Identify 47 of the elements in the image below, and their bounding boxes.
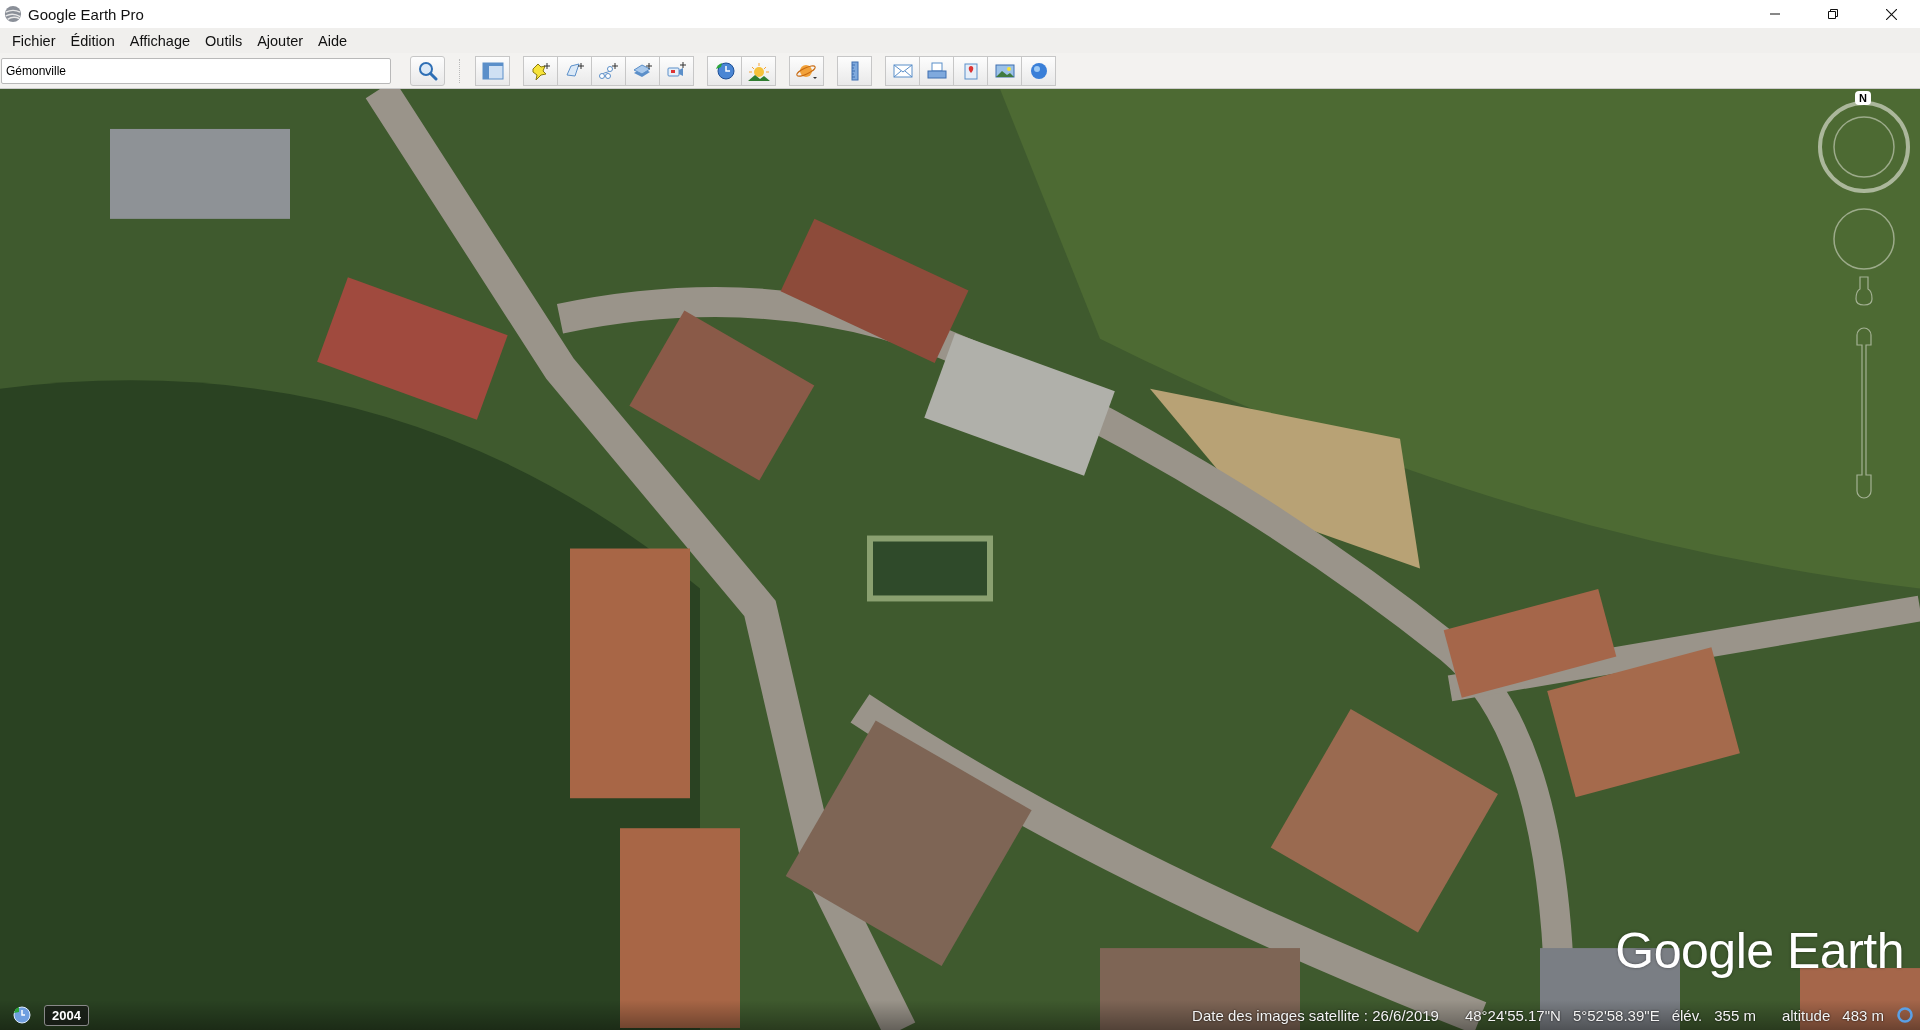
north-label[interactable]: N (1855, 91, 1871, 105)
elevation-label: élév. (1671, 1006, 1703, 1024)
path-plus-icon (597, 60, 620, 81)
close-icon (1885, 8, 1897, 20)
pushpin-plus-icon (529, 60, 552, 81)
altitude-label: altitude (1781, 1006, 1831, 1024)
window-title: Google Earth Pro (28, 5, 144, 23)
historical-year-badge[interactable]: 2004 (44, 1004, 89, 1026)
longitude-text: 5°52'58.39"E (1572, 1006, 1660, 1024)
record-tour-button[interactable] (659, 55, 694, 86)
planet-button[interactable] (789, 55, 824, 86)
email-button[interactable] (885, 55, 920, 86)
search-button[interactable] (410, 55, 445, 86)
latitude-text: 48°24'55.17"N (1464, 1006, 1561, 1024)
restore-icon (1828, 9, 1838, 19)
ruler-button[interactable] (837, 55, 872, 86)
loading-ring-icon (1896, 1006, 1914, 1024)
imagery-date-text: Date des images satellite : 26/6/2019 (1192, 1006, 1439, 1024)
menu-item[interactable]: Aide (312, 32, 357, 49)
altitude-text: 483 m (1842, 1006, 1884, 1024)
sunrise-icon (747, 60, 770, 81)
print-button[interactable] (919, 55, 954, 86)
globe-logo-icon (4, 5, 22, 23)
add-overlay-button[interactable] (625, 55, 660, 86)
search-icon (417, 60, 438, 81)
look-joystick-icon[interactable] (1832, 207, 1896, 271)
view-in-maps-button[interactable] (953, 55, 988, 86)
historical-imagery-button[interactable] (707, 55, 742, 86)
sunlight-button[interactable] (741, 55, 776, 86)
printer-icon (925, 60, 948, 81)
sidebar-panel-icon (481, 60, 504, 81)
globe-button[interactable] (1021, 55, 1056, 86)
clock-arrow-icon (713, 60, 736, 81)
elevation-text: 355 m (1714, 1006, 1756, 1024)
menu-item[interactable]: Ajouter (251, 32, 313, 49)
menu-item[interactable]: Affichage (123, 32, 200, 49)
menu-item[interactable]: Édition (64, 32, 124, 49)
save-image-button[interactable] (987, 55, 1022, 86)
sidebar-button[interactable] (475, 55, 510, 86)
add-placemark-button[interactable] (523, 55, 558, 86)
menu-item[interactable]: Fichier (6, 32, 65, 49)
map-logo: Google Earth (1615, 922, 1904, 980)
add-polygon-button[interactable] (557, 55, 592, 86)
search-field[interactable]: Gémonville (1, 57, 391, 84)
clock-icon[interactable] (12, 1005, 32, 1025)
add-path-button[interactable] (591, 55, 626, 86)
menu-item[interactable]: Outils (199, 32, 252, 49)
